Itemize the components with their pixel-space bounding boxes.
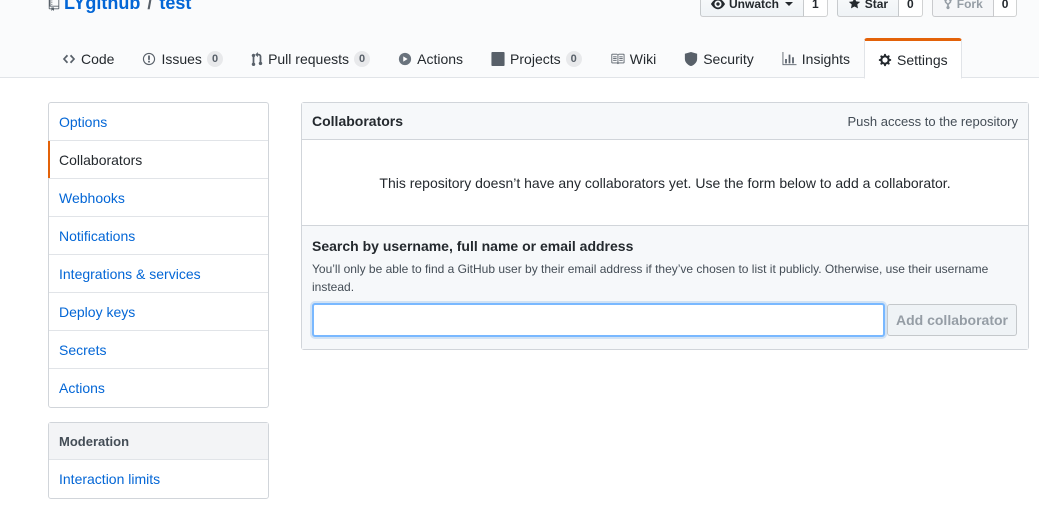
moderation-heading: Moderation — [49, 423, 268, 460]
tab-security[interactable]: Security — [670, 38, 768, 78]
search-row: Add collaborator — [312, 303, 1018, 337]
project-icon — [491, 52, 505, 66]
tab-actions-label: Actions — [417, 51, 464, 67]
tab-issues[interactable]: Issues 0 — [128, 38, 237, 78]
projects-counter: 0 — [565, 51, 582, 67]
tab-projects-label: Projects — [510, 51, 561, 67]
fork-label: Fork — [956, 0, 983, 11]
moderation-sidebar: Moderation Interaction limits — [48, 422, 269, 499]
graph-icon — [782, 52, 797, 66]
book-icon — [611, 53, 625, 65]
repo-name-link[interactable]: test — [159, 0, 191, 14]
pull-request-icon — [251, 52, 263, 66]
sidebar-item-collaborators[interactable]: Collaborators — [48, 141, 268, 179]
fork-group: Fork 0 — [931, 0, 1018, 17]
unwatch-label: Unwatch — [729, 0, 780, 11]
issue-icon — [143, 52, 156, 66]
fork-icon — [943, 0, 952, 10]
tab-insights-label: Insights — [801, 51, 851, 67]
search-note: You’ll only be able to find a GitHub use… — [312, 262, 989, 294]
issues-counter: 0 — [206, 51, 224, 67]
star-group: Star 0 — [836, 0, 923, 17]
eye-icon — [711, 0, 725, 9]
fork-button[interactable]: Fork — [931, 0, 994, 17]
add-collaborator-form: Search by username, full name or email a… — [302, 226, 1028, 349]
gear-icon — [878, 53, 892, 66]
sidebar-item-integrations[interactable]: Integrations & services — [49, 255, 268, 293]
tab-projects[interactable]: Projects 0 — [477, 38, 596, 78]
settings-sidebar: Options Collaborators Webhooks Notificat… — [48, 102, 269, 408]
tab-issues-label: Issues — [161, 51, 202, 67]
sidebar-item-interaction-limits[interactable]: Interaction limits — [49, 460, 268, 498]
watch-count[interactable]: 1 — [804, 0, 828, 17]
chevron-down-icon — [785, 1, 794, 6]
collaborator-search-input[interactable] — [312, 303, 885, 337]
pagehead-actions: Unwatch 1 Star 0 Fork 0 — [700, 0, 1018, 17]
collaborators-title: Collaborators — [312, 113, 404, 129]
tab-insights[interactable]: Insights — [768, 38, 864, 78]
watch-group: Unwatch 1 — [700, 0, 828, 17]
no-collaborators-message: This repository doesn’t have any collabo… — [302, 140, 1028, 226]
repo-title: LYgithub / test — [48, 0, 191, 14]
search-label: Search by username, full name or email a… — [312, 238, 634, 254]
tab-code[interactable]: Code — [48, 38, 128, 78]
star-icon — [848, 0, 860, 9]
add-collaborator-button[interactable]: Add collaborator — [887, 304, 1017, 336]
tab-code-label: Code — [81, 51, 115, 67]
title-separator: / — [147, 0, 153, 13]
repository-header: LYgithub / test Unwatch 1 Star 0 Fork 0 — [0, 0, 1039, 79]
tab-security-label: Security — [703, 51, 754, 67]
tab-pull-requests[interactable]: Pull requests 0 — [237, 38, 384, 78]
repo-icon — [48, 0, 60, 11]
sidebar-item-secrets[interactable]: Secrets — [49, 331, 268, 369]
push-access-note: Push access to the repository — [847, 113, 1018, 129]
repo-owner-link[interactable]: LYgithub — [64, 0, 140, 14]
repo-nav: Code Issues 0 Pull requests 0 Actions Pr… — [48, 38, 962, 79]
unwatch-button[interactable]: Unwatch — [700, 0, 805, 17]
sidebar-item-actions[interactable]: Actions — [49, 369, 268, 407]
star-label: Star — [864, 0, 889, 11]
sidebar-item-options[interactable]: Options — [49, 103, 268, 141]
sidebar-item-deploy-keys[interactable]: Deploy keys — [49, 293, 268, 331]
star-button[interactable]: Star — [836, 0, 900, 17]
code-icon — [62, 54, 76, 64]
pulls-counter: 0 — [354, 51, 371, 67]
play-icon — [399, 52, 412, 66]
sidebar-item-notifications[interactable]: Notifications — [49, 217, 268, 255]
tab-settings-label: Settings — [897, 51, 948, 68]
star-count[interactable]: 0 — [899, 0, 923, 17]
tab-wiki[interactable]: Wiki — [596, 38, 670, 78]
fork-count[interactable]: 0 — [993, 0, 1018, 17]
tab-actions[interactable]: Actions — [384, 38, 477, 78]
tab-settings[interactable]: Settings — [864, 38, 962, 79]
collaborators-header: Collaborators Push access to the reposit… — [302, 103, 1028, 140]
collaborators-box: Collaborators Push access to the reposit… — [301, 102, 1029, 350]
tab-wiki-label: Wiki — [629, 51, 657, 67]
tab-pull-requests-label: Pull requests — [268, 51, 349, 67]
shield-icon — [685, 52, 698, 66]
sidebar-item-webhooks[interactable]: Webhooks — [49, 179, 268, 217]
